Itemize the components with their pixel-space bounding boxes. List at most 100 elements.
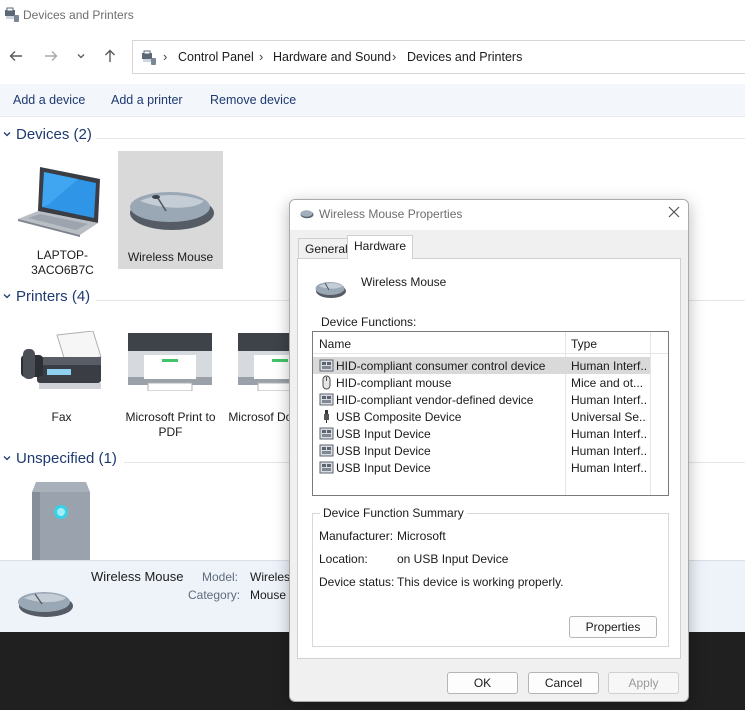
group-title-devices: Devices (2) [16,126,92,143]
recent-locations-chevron-icon[interactable] [71,46,91,66]
hid-device-icon [319,359,334,372]
manufacturer-value: Microsoft [397,529,446,543]
mouse-icon [130,192,214,230]
laptop-icon [18,167,100,237]
device-functions-list[interactable]: Name Type HID-compliant consumer control… [312,331,669,496]
list-item[interactable]: HID-compliant vendor-defined device Huma… [313,391,650,408]
collapse-chevron-icon[interactable] [2,452,12,466]
function-name: HID-compliant consumer control device [336,359,546,373]
mouse-icon [315,282,346,298]
summary-legend: Device Function Summary [320,506,467,520]
function-type: Human Interf... [571,393,647,407]
device-tile-wireless-mouse[interactable]: Wireless Mouse [118,151,223,269]
column-divider [650,332,651,495]
properties-button[interactable]: Properties [569,616,657,638]
function-type: Human Interf... [571,444,647,458]
printer-icon [128,333,212,391]
function-name: USB Input Device [336,444,431,458]
group-title-unspecified: Unspecified (1) [16,450,117,467]
list-item[interactable]: HID-compliant consumer control device Hu… [313,357,650,374]
breadcrumb-separator-icon: › [163,49,168,64]
up-arrow-icon[interactable] [100,46,120,66]
navigation-bar: › Control Panel › Hardware and Sound › D… [0,38,745,76]
hid-device-icon [319,393,334,406]
group-header-devices[interactable]: Devices (2) [0,126,745,150]
printer-tile-print-to-pdf[interactable]: Microsoft Print to PDF [118,317,223,439]
title-bar: Devices and Printers [0,0,745,32]
function-name: HID-compliant mouse [336,376,452,390]
function-type: Human Interf... [571,427,647,441]
window-title: Devices and Printers [23,8,134,22]
tower-icon [32,482,90,560]
breadcrumb-hardware-and-sound[interactable]: Hardware and Sound [273,50,391,64]
collapse-chevron-icon[interactable] [2,128,12,142]
usb-icon [324,410,329,423]
details-device-name: Wireless Mouse [91,569,184,584]
close-icon[interactable] [664,204,684,224]
devices-printers-icon [142,50,156,65]
location-label: Location: [319,552,368,566]
list-item[interactable]: USB Input Device Human Interf... [313,459,650,476]
device-function-summary: Device Function Summary Manufacturer: Mi… [312,506,669,647]
breadcrumb-devices-and-printers[interactable]: Devices and Printers [407,50,522,64]
function-type: Human Interf... [571,359,647,373]
breadcrumb-control-panel[interactable]: Control Panel [178,50,254,64]
function-name: USB Input Device [336,461,431,475]
group-divider [96,138,745,139]
mouse-small-icon [300,210,314,219]
breadcrumb-separator-icon: › [259,49,264,64]
device-label-wireless-mouse: Wireless Mouse [127,250,214,264]
cancel-button[interactable]: Cancel [528,672,599,694]
printer-icon [238,333,289,391]
add-printer-button[interactable]: Add a printer [111,93,183,107]
device-label-laptop: LAPTOP-3ACO6B7C [31,248,94,277]
forward-arrow-icon[interactable] [41,46,61,66]
details-model-label: Model: [202,570,239,584]
ok-button[interactable]: OK [447,672,518,694]
device-tile-laptop[interactable]: LAPTOP-3ACO6B7C [10,151,115,277]
device-functions-label: Device Functions: [321,315,417,329]
back-arrow-icon[interactable] [6,46,26,66]
dialog-title-bar[interactable]: Wireless Mouse Properties [290,200,688,230]
dialog-title: Wireless Mouse Properties [319,207,463,221]
printer-label-fax: Fax [51,410,72,424]
apply-button[interactable]: Apply [608,672,679,694]
function-name: HID-compliant vendor-defined device [336,393,534,407]
add-device-button[interactable]: Add a device [13,93,85,107]
mouse-icon [18,592,73,617]
list-header: Name Type [313,332,668,354]
function-type: Mice and ot... [571,376,644,390]
command-bar: Add a device Add a printer Remove device [0,84,745,117]
printer-tile-document-writer[interactable]: Microsof Document [227,317,289,435]
list-item[interactable]: USB Input Device Human Interf... [313,442,650,459]
manufacturer-label: Manufacturer: [319,529,394,543]
tab-hardware[interactable]: Hardware [347,235,414,259]
collapse-chevron-icon[interactable] [2,290,12,304]
hardware-tab-panel: Wireless Mouse Device Functions: Name Ty… [297,258,681,659]
column-header-name[interactable]: Name [319,337,351,351]
location-value: on USB Input Device [397,552,509,566]
device-status-value: This device is working properly. [397,575,564,589]
details-category-value: Mouse [250,588,287,602]
unspecified-device-tile[interactable] [10,475,115,560]
printer-label-print-to-pdf: Microsoft Print to PDF [125,410,216,439]
column-header-type[interactable]: Type [571,337,597,351]
list-item[interactable]: USB Composite Device Universal Se... [313,408,650,425]
device-status-label: Device status: [319,575,395,589]
devices-printers-icon [5,7,19,22]
group-title-printers: Printers (4) [16,288,91,305]
details-category-label: Category: [188,588,241,602]
dialog-device-name: Wireless Mouse [361,275,447,289]
printer-tile-fax[interactable]: Fax [9,317,114,435]
list-item[interactable]: USB Input Device Human Interf... [313,425,650,442]
function-name: USB Composite Device [336,410,462,424]
function-type: Universal Se... [571,410,647,424]
address-bar[interactable]: › Control Panel › Hardware and Sound › D… [132,40,745,74]
hid-device-icon [319,427,334,440]
breadcrumb-separator-icon: › [392,49,397,64]
properties-dialog: Wireless Mouse Properties General Hardwa… [289,199,689,702]
list-item[interactable]: HID-compliant mouse Mice and ot... [313,374,650,391]
hid-device-icon [319,461,334,474]
remove-device-button[interactable]: Remove device [210,93,296,107]
printer-label-document-writer: Microsof Document [228,410,289,424]
